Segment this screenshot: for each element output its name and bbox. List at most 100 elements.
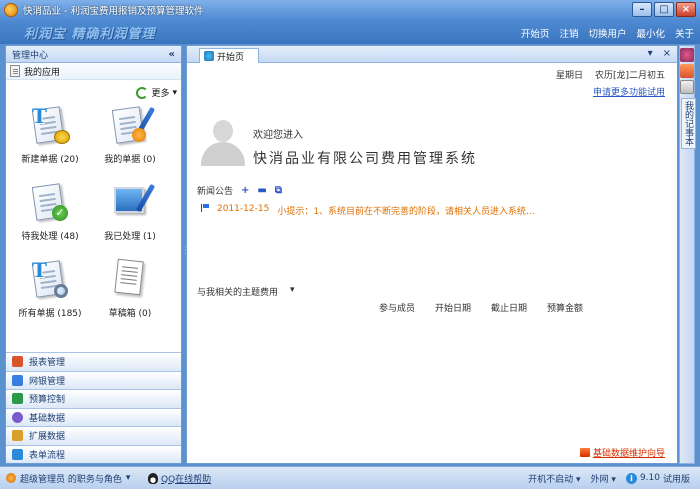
column-header: 截止日期	[490, 304, 527, 314]
tab-list-button[interactable]: ▾	[648, 48, 653, 59]
app-pending[interactable]: ✓ 待我处理 (48)	[10, 181, 90, 242]
app-label: 所有单据 (185)	[18, 309, 82, 319]
nav-basic-data[interactable]: 基础数据	[6, 407, 181, 426]
all-documents-icon: T	[28, 258, 72, 302]
version-info: i 9.10 试用版	[625, 472, 690, 485]
my-apps-header[interactable]: 我的应用	[6, 63, 181, 80]
menu-switch-user[interactable]: 切换用户	[588, 26, 626, 40]
wizard-label: 基础数据维护向导	[592, 449, 665, 459]
window-controls: – □ ×	[632, 2, 696, 17]
tab-controls: ▾ ×	[648, 48, 671, 59]
right-toolbar: 我的记事本	[679, 45, 696, 464]
add-news-button[interactable]: +	[241, 185, 249, 196]
status-right: 开机不启动 ▾ 外网 ▾ i 9.10 试用版	[528, 472, 690, 485]
chevron-down-icon: ▾	[290, 285, 295, 295]
chart-icon	[12, 356, 23, 368]
nav-online-banking[interactable]: 网银管理	[6, 370, 181, 389]
news-date: 2011-12-15	[217, 204, 270, 214]
main-panel: 开始页 ▾ × 星期日 农历[龙]二月初五 申请更多功能试用 欢迎您进入 快消品…	[186, 45, 678, 464]
more-label: 更多	[151, 89, 170, 99]
budget-icon	[12, 393, 23, 405]
processed-documents-icon	[108, 181, 156, 225]
pending-documents-icon: ✓	[28, 181, 72, 225]
nav-budget-control[interactable]: 预算控制	[6, 389, 181, 408]
autostart-toggle[interactable]: 开机不启动 ▾	[528, 472, 580, 485]
new-document-icon: T	[28, 104, 72, 148]
news-item[interactable]: 2011-12-15 小提示：1、系统目前在不断完善的阶段，请相关人员进入系统.…	[201, 204, 535, 217]
welcome-text: 欢迎您进入	[253, 130, 303, 141]
flower-icon[interactable]	[680, 48, 694, 62]
chevron-down-icon: ▾	[172, 87, 177, 98]
column-header: 开始日期	[434, 304, 471, 314]
date-display: 星期日 农历[龙]二月初五	[556, 68, 665, 81]
qq-help-link[interactable]: QQ在线帮助	[148, 472, 211, 485]
basic-data-wizard-link[interactable]: 基础数据维护向导	[579, 446, 665, 459]
refresh-icon	[136, 86, 149, 99]
system-title: 快消品业有限公司费用管理系统	[253, 151, 477, 167]
collapse-panel-button[interactable]: «	[169, 49, 175, 60]
nav-report-management[interactable]: 报表管理	[6, 352, 181, 371]
app-logo-icon	[4, 3, 18, 17]
flag-icon	[201, 204, 209, 212]
chevron-down-icon: ▾	[125, 473, 131, 483]
close-tab-button[interactable]: ×	[663, 48, 671, 59]
database-icon	[12, 430, 23, 442]
window-title: 快消品业 - 利润宝费用报销及预算管理软件	[23, 6, 204, 17]
column-header: 参与成员	[378, 304, 415, 314]
title-bar: 快消品业 - 利润宝费用报销及预算管理软件 – □ ×	[0, 0, 700, 20]
subject-expenses-header[interactable]: 与我相关的主题费用 ▾	[197, 285, 295, 298]
tab-start-page[interactable]: 开始页	[199, 48, 259, 63]
subject-table-header: 参与成员 开始日期 截止日期 预算金额	[369, 301, 593, 314]
calendar-icon[interactable]	[680, 64, 694, 78]
menu-start-page[interactable]: 开始页	[521, 26, 550, 40]
qq-icon	[148, 472, 158, 484]
user-icon	[6, 473, 16, 483]
autostart-label: 开机不启动	[528, 474, 574, 485]
brand-bar: 利润宝 精确利润管理 开始页 注销 切换用户 最小化 关于	[0, 20, 700, 44]
network-select[interactable]: 外网 ▾	[591, 472, 616, 485]
app-new-document[interactable]: T 新建单据 (20)	[10, 104, 90, 165]
collapse-news-button[interactable]: ▬	[257, 185, 266, 196]
network-label: 外网	[590, 474, 609, 485]
my-apps-label: 我的应用	[24, 67, 61, 78]
panel-title: 管理中心	[12, 50, 49, 61]
menu-minimize[interactable]: 最小化	[636, 26, 665, 40]
role-text: 超级管理员 的职务与角色	[20, 474, 122, 485]
close-button[interactable]: ×	[676, 2, 696, 17]
column-header: 预算金额	[546, 304, 583, 314]
module-nav: 报表管理 网银管理 预算控制 基础数据 扩展数据 表单流程	[6, 352, 181, 463]
avatar	[197, 118, 249, 166]
app-all-documents[interactable]: T 所有单据 (185)	[10, 258, 90, 319]
status-bar: 超级管理员 的职务与角色 ▾ QQ在线帮助 开机不启动 ▾ 外网 ▾ i 9.1…	[0, 466, 700, 489]
gear-icon	[12, 411, 23, 423]
news-text: 小提示：1、系统目前在不断完善的阶段，请相关人员进入系统...	[277, 207, 535, 217]
app-my-documents[interactable]: 我的单据 (0)	[90, 104, 170, 165]
my-notebook-button[interactable]: 我的记事本	[681, 98, 696, 149]
nav-label: 网银管理	[29, 376, 66, 387]
wizard-icon	[579, 448, 590, 457]
edition-label: 试用版	[662, 474, 690, 485]
minimize-button[interactable]: –	[632, 2, 652, 17]
panel-header: 管理中心 «	[6, 46, 181, 63]
nav-form-workflow[interactable]: 表单流程	[6, 444, 181, 463]
weekday: 星期日	[555, 71, 583, 81]
menu-logout[interactable]: 注销	[559, 26, 578, 40]
more-apps-button[interactable]: 更多 ▾	[136, 86, 177, 99]
nav-extended-data[interactable]: 扩展数据	[6, 426, 181, 445]
qq-help-label: QQ在线帮助	[161, 474, 212, 485]
app-processed[interactable]: 我已处理 (1)	[90, 181, 170, 242]
menu-about[interactable]: 关于	[675, 26, 694, 40]
apply-trial-link[interactable]: 申请更多功能试用	[593, 85, 665, 98]
document-icon	[10, 65, 20, 77]
role-menu[interactable]: 超级管理员 的职务与角色 ▾	[6, 472, 130, 485]
bank-icon	[12, 374, 23, 386]
info-icon: i	[625, 472, 637, 484]
notebook-icon[interactable]	[680, 80, 694, 94]
app-label: 我已处理 (1)	[104, 232, 156, 242]
expand-news-button[interactable]: ⧉	[275, 185, 282, 196]
drafts-icon	[108, 258, 152, 302]
app-drafts[interactable]: 草稿箱 (0)	[90, 258, 170, 319]
maximize-button[interactable]: □	[654, 2, 674, 17]
home-icon	[204, 51, 214, 61]
my-documents-icon	[108, 104, 156, 148]
